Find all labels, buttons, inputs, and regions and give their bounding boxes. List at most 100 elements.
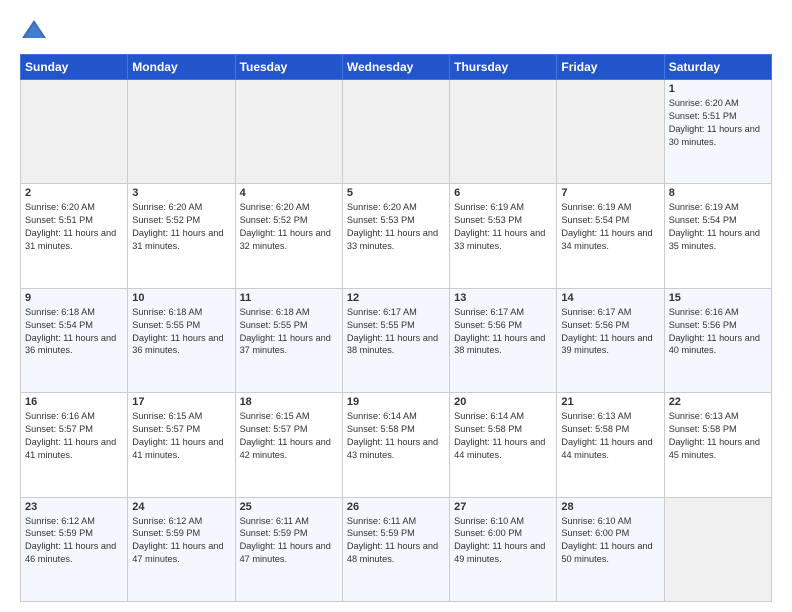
weekday-header-sunday: Sunday xyxy=(21,55,128,80)
calendar-cell-2-5: 14 Sunrise: 6:17 AMSunset: 5:56 PMDaylig… xyxy=(557,288,664,392)
week-row-4: 23 Sunrise: 6:12 AMSunset: 5:59 PMDaylig… xyxy=(21,497,772,601)
calendar-cell-1-3: 5 Sunrise: 6:20 AMSunset: 5:53 PMDayligh… xyxy=(342,184,449,288)
day-info: Sunrise: 6:20 AMSunset: 5:53 PMDaylight:… xyxy=(347,202,438,251)
weekday-header-thursday: Thursday xyxy=(450,55,557,80)
calendar-cell-1-4: 6 Sunrise: 6:19 AMSunset: 5:53 PMDayligh… xyxy=(450,184,557,288)
day-info: Sunrise: 6:19 AMSunset: 5:54 PMDaylight:… xyxy=(669,202,760,251)
day-info: Sunrise: 6:14 AMSunset: 5:58 PMDaylight:… xyxy=(347,411,438,460)
calendar-cell-0-4 xyxy=(450,80,557,184)
day-info: Sunrise: 6:15 AMSunset: 5:57 PMDaylight:… xyxy=(240,411,331,460)
calendar-cell-3-5: 21 Sunrise: 6:13 AMSunset: 5:58 PMDaylig… xyxy=(557,393,664,497)
calendar-cell-4-5: 28 Sunrise: 6:10 AMSunset: 6:00 PMDaylig… xyxy=(557,497,664,601)
calendar-cell-4-6 xyxy=(664,497,771,601)
calendar-cell-3-0: 16 Sunrise: 6:16 AMSunset: 5:57 PMDaylig… xyxy=(21,393,128,497)
weekday-header-monday: Monday xyxy=(128,55,235,80)
day-number: 21 xyxy=(561,396,659,408)
day-number: 16 xyxy=(25,396,123,408)
calendar-cell-4-1: 24 Sunrise: 6:12 AMSunset: 5:59 PMDaylig… xyxy=(128,497,235,601)
day-number: 18 xyxy=(240,396,338,408)
day-number: 7 xyxy=(561,187,659,199)
day-number: 24 xyxy=(132,501,230,513)
calendar-cell-2-0: 9 Sunrise: 6:18 AMSunset: 5:54 PMDayligh… xyxy=(21,288,128,392)
calendar-cell-0-6: 1 Sunrise: 6:20 AMSunset: 5:51 PMDayligh… xyxy=(664,80,771,184)
week-row-1: 2 Sunrise: 6:20 AMSunset: 5:51 PMDayligh… xyxy=(21,184,772,288)
calendar-cell-3-3: 19 Sunrise: 6:14 AMSunset: 5:58 PMDaylig… xyxy=(342,393,449,497)
day-info: Sunrise: 6:19 AMSunset: 5:54 PMDaylight:… xyxy=(561,202,652,251)
day-info: Sunrise: 6:19 AMSunset: 5:53 PMDaylight:… xyxy=(454,202,545,251)
calendar-cell-1-2: 4 Sunrise: 6:20 AMSunset: 5:52 PMDayligh… xyxy=(235,184,342,288)
day-number: 2 xyxy=(25,187,123,199)
calendar-cell-1-1: 3 Sunrise: 6:20 AMSunset: 5:52 PMDayligh… xyxy=(128,184,235,288)
calendar-cell-1-0: 2 Sunrise: 6:20 AMSunset: 5:51 PMDayligh… xyxy=(21,184,128,288)
calendar-cell-0-2 xyxy=(235,80,342,184)
day-number: 27 xyxy=(454,501,552,513)
day-number: 8 xyxy=(669,187,767,199)
day-number: 3 xyxy=(132,187,230,199)
calendar-cell-0-0 xyxy=(21,80,128,184)
calendar-cell-3-4: 20 Sunrise: 6:14 AMSunset: 5:58 PMDaylig… xyxy=(450,393,557,497)
calendar-cell-0-1 xyxy=(128,80,235,184)
day-number: 14 xyxy=(561,292,659,304)
day-info: Sunrise: 6:18 AMSunset: 5:54 PMDaylight:… xyxy=(25,307,116,356)
day-info: Sunrise: 6:20 AMSunset: 5:51 PMDaylight:… xyxy=(669,98,760,147)
weekday-header-row: SundayMondayTuesdayWednesdayThursdayFrid… xyxy=(21,55,772,80)
calendar-cell-0-3 xyxy=(342,80,449,184)
day-info: Sunrise: 6:16 AMSunset: 5:57 PMDaylight:… xyxy=(25,411,116,460)
day-number: 15 xyxy=(669,292,767,304)
day-info: Sunrise: 6:16 AMSunset: 5:56 PMDaylight:… xyxy=(669,307,760,356)
header xyxy=(20,18,772,46)
day-number: 26 xyxy=(347,501,445,513)
day-number: 17 xyxy=(132,396,230,408)
day-number: 28 xyxy=(561,501,659,513)
day-info: Sunrise: 6:18 AMSunset: 5:55 PMDaylight:… xyxy=(132,307,223,356)
day-info: Sunrise: 6:11 AMSunset: 5:59 PMDaylight:… xyxy=(347,516,438,565)
calendar-cell-2-2: 11 Sunrise: 6:18 AMSunset: 5:55 PMDaylig… xyxy=(235,288,342,392)
day-info: Sunrise: 6:13 AMSunset: 5:58 PMDaylight:… xyxy=(561,411,652,460)
day-info: Sunrise: 6:11 AMSunset: 5:59 PMDaylight:… xyxy=(240,516,331,565)
day-info: Sunrise: 6:20 AMSunset: 5:52 PMDaylight:… xyxy=(240,202,331,251)
day-number: 10 xyxy=(132,292,230,304)
day-info: Sunrise: 6:17 AMSunset: 5:55 PMDaylight:… xyxy=(347,307,438,356)
day-number: 25 xyxy=(240,501,338,513)
calendar-table: SundayMondayTuesdayWednesdayThursdayFrid… xyxy=(20,54,772,602)
week-row-0: 1 Sunrise: 6:20 AMSunset: 5:51 PMDayligh… xyxy=(21,80,772,184)
day-info: Sunrise: 6:17 AMSunset: 5:56 PMDaylight:… xyxy=(561,307,652,356)
day-number: 6 xyxy=(454,187,552,199)
logo-icon xyxy=(20,18,48,46)
calendar-cell-1-6: 8 Sunrise: 6:19 AMSunset: 5:54 PMDayligh… xyxy=(664,184,771,288)
weekday-header-friday: Friday xyxy=(557,55,664,80)
day-number: 22 xyxy=(669,396,767,408)
calendar-cell-3-6: 22 Sunrise: 6:13 AMSunset: 5:58 PMDaylig… xyxy=(664,393,771,497)
calendar-cell-0-5 xyxy=(557,80,664,184)
weekday-header-saturday: Saturday xyxy=(664,55,771,80)
calendar-cell-4-3: 26 Sunrise: 6:11 AMSunset: 5:59 PMDaylig… xyxy=(342,497,449,601)
day-info: Sunrise: 6:10 AMSunset: 6:00 PMDaylight:… xyxy=(454,516,545,565)
day-number: 20 xyxy=(454,396,552,408)
logo xyxy=(20,18,50,46)
day-info: Sunrise: 6:12 AMSunset: 5:59 PMDaylight:… xyxy=(132,516,223,565)
calendar-cell-4-0: 23 Sunrise: 6:12 AMSunset: 5:59 PMDaylig… xyxy=(21,497,128,601)
day-number: 19 xyxy=(347,396,445,408)
page: SundayMondayTuesdayWednesdayThursdayFrid… xyxy=(0,0,792,612)
day-number: 23 xyxy=(25,501,123,513)
calendar-cell-2-1: 10 Sunrise: 6:18 AMSunset: 5:55 PMDaylig… xyxy=(128,288,235,392)
calendar-cell-1-5: 7 Sunrise: 6:19 AMSunset: 5:54 PMDayligh… xyxy=(557,184,664,288)
day-info: Sunrise: 6:17 AMSunset: 5:56 PMDaylight:… xyxy=(454,307,545,356)
day-number: 11 xyxy=(240,292,338,304)
day-info: Sunrise: 6:15 AMSunset: 5:57 PMDaylight:… xyxy=(132,411,223,460)
weekday-header-wednesday: Wednesday xyxy=(342,55,449,80)
calendar-cell-4-2: 25 Sunrise: 6:11 AMSunset: 5:59 PMDaylig… xyxy=(235,497,342,601)
day-number: 5 xyxy=(347,187,445,199)
calendar-cell-3-2: 18 Sunrise: 6:15 AMSunset: 5:57 PMDaylig… xyxy=(235,393,342,497)
day-number: 4 xyxy=(240,187,338,199)
week-row-3: 16 Sunrise: 6:16 AMSunset: 5:57 PMDaylig… xyxy=(21,393,772,497)
day-info: Sunrise: 6:18 AMSunset: 5:55 PMDaylight:… xyxy=(240,307,331,356)
weekday-header-tuesday: Tuesday xyxy=(235,55,342,80)
calendar-cell-2-6: 15 Sunrise: 6:16 AMSunset: 5:56 PMDaylig… xyxy=(664,288,771,392)
day-info: Sunrise: 6:20 AMSunset: 5:52 PMDaylight:… xyxy=(132,202,223,251)
day-info: Sunrise: 6:20 AMSunset: 5:51 PMDaylight:… xyxy=(25,202,116,251)
day-info: Sunrise: 6:10 AMSunset: 6:00 PMDaylight:… xyxy=(561,516,652,565)
day-info: Sunrise: 6:14 AMSunset: 5:58 PMDaylight:… xyxy=(454,411,545,460)
calendar-cell-4-4: 27 Sunrise: 6:10 AMSunset: 6:00 PMDaylig… xyxy=(450,497,557,601)
week-row-2: 9 Sunrise: 6:18 AMSunset: 5:54 PMDayligh… xyxy=(21,288,772,392)
